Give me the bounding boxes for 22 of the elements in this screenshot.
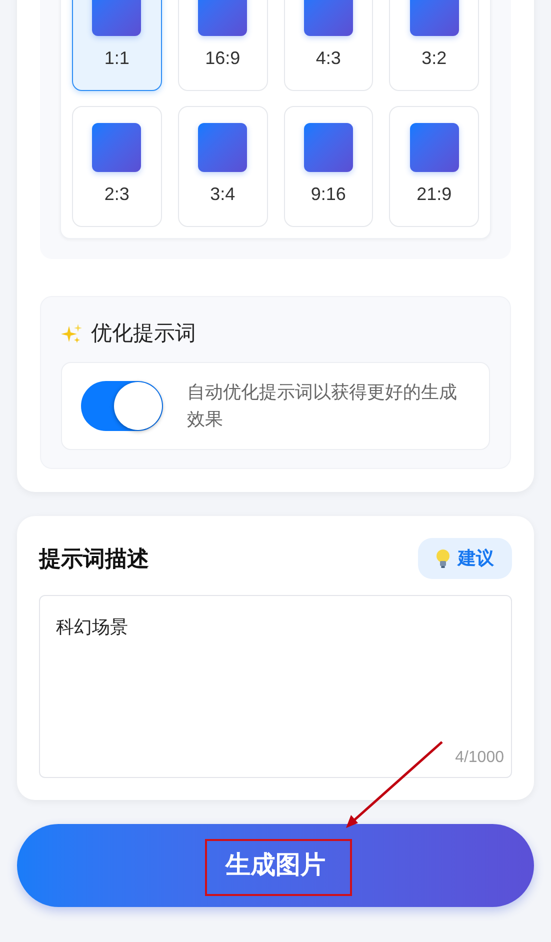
ratio-label: 3:2 (422, 48, 447, 68)
ratio-option[interactable]: 16:9 (178, 0, 268, 91)
ratio-option[interactable]: 1:1 (72, 0, 162, 91)
ratio-label: 3:4 (210, 184, 236, 204)
suggest-button[interactable]: 建议 (418, 538, 512, 579)
ratio-label: 21:9 (416, 184, 452, 204)
generate-button[interactable]: 生成图片 (17, 824, 534, 907)
ratio-label: 4:3 (316, 48, 341, 68)
section-title: 优化提示词 (91, 321, 196, 348)
ratio-option[interactable]: 3:2 (389, 0, 479, 91)
ratio-label: 1:1 (104, 48, 130, 68)
character-counter: 4/1000 (455, 748, 504, 768)
ratio-label: 2:3 (104, 184, 130, 204)
ratio-option[interactable]: 9:16 (284, 106, 374, 227)
ratio-label: 9:16 (310, 184, 346, 204)
section-title: 提示词描述 (39, 545, 149, 573)
ratio-option[interactable]: 2:3 (72, 106, 162, 227)
toggle-description: 自动优化提示词以获得更好的生成效果 (187, 381, 458, 431)
ratio-option[interactable]: 4:3 (284, 0, 374, 91)
ratio-option[interactable]: 3:4 (178, 106, 268, 227)
ratio-option[interactable]: 21:9 (389, 106, 479, 227)
ratio-label: 16:9 (205, 48, 240, 68)
